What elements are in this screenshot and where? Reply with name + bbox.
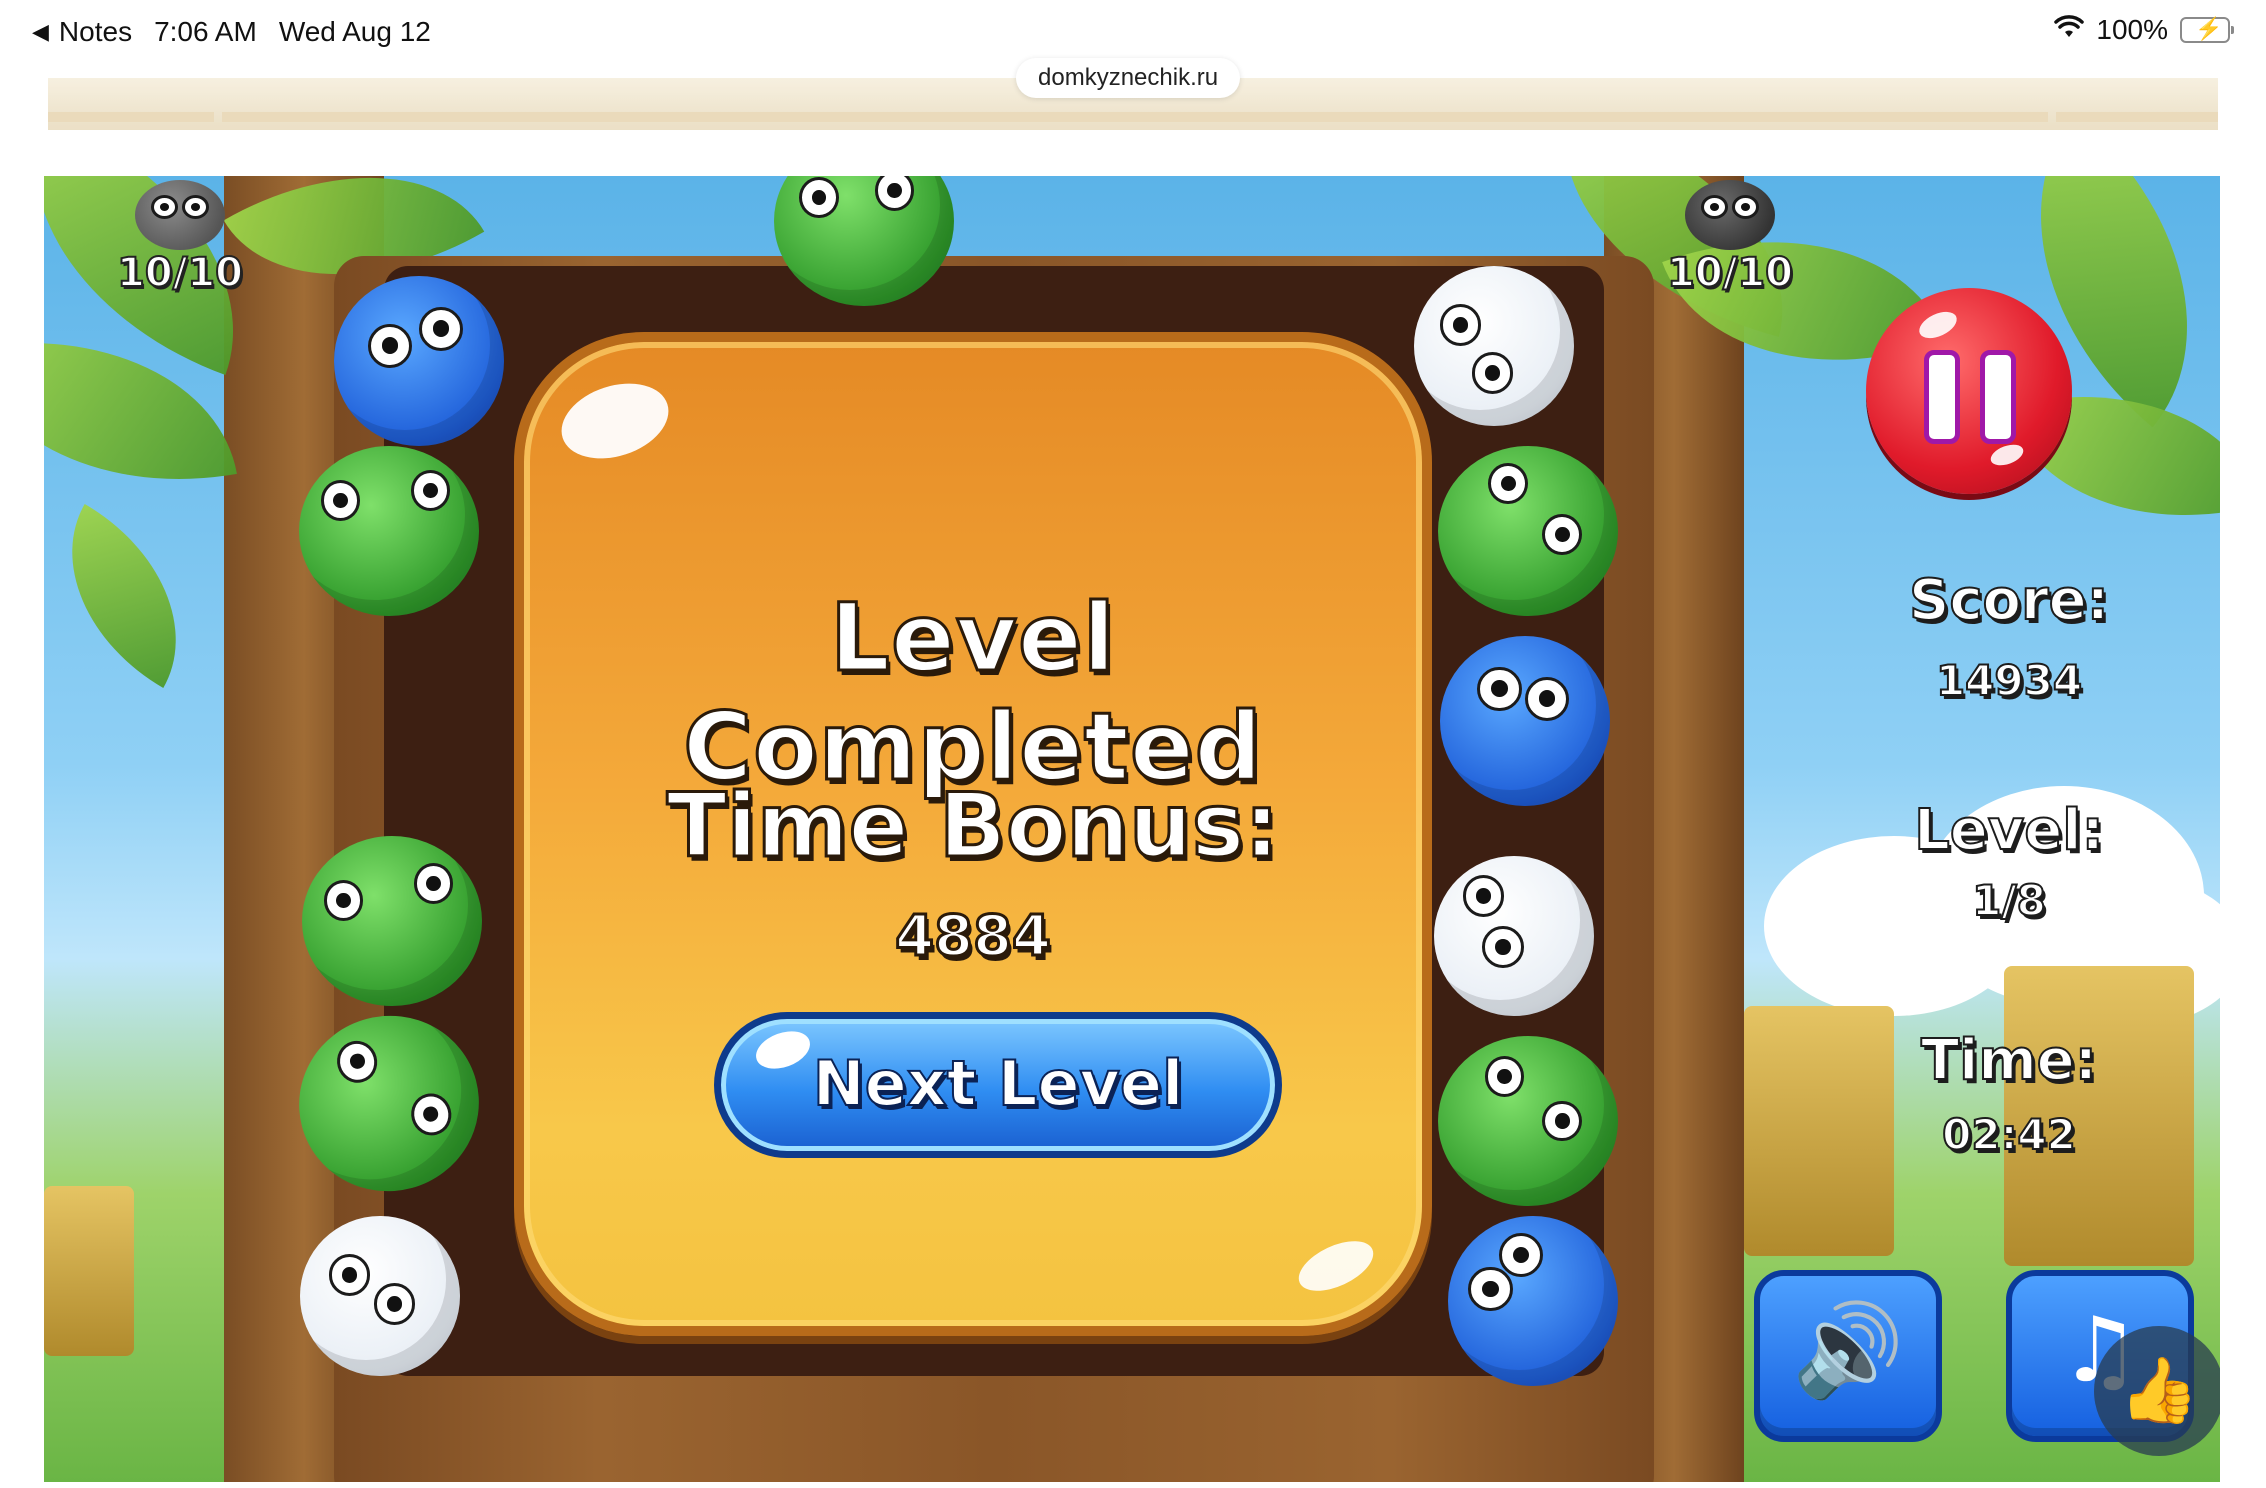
crocodile-tile[interactable] (1438, 1036, 1618, 1206)
level-label: Level: (1913, 797, 2105, 864)
time-bonus-value: 4884 (894, 903, 1053, 971)
crocodile-counter-icon (135, 180, 225, 250)
status-right: 100% ⚡ (2054, 14, 2234, 46)
hippo-tile[interactable] (1448, 1216, 1618, 1386)
speaker-icon: 🔊 (1791, 1298, 1905, 1403)
left-target-counter: 10/10 (100, 180, 260, 297)
crocodile-tile[interactable] (302, 836, 482, 1006)
bunny-tile[interactable] (1414, 266, 1574, 426)
url-pill[interactable]: domkyznechik.ru (1016, 58, 1241, 98)
dialog-title: Level Completed (682, 583, 1264, 804)
leaf (44, 504, 224, 688)
crocodile-tile[interactable] (299, 446, 479, 616)
hippo-tile[interactable] (1440, 636, 1610, 806)
status-time: 7:06 AM (154, 16, 257, 47)
next-level-label: Next Level (812, 1046, 1184, 1121)
rock (44, 1186, 134, 1356)
left-counter-value: 10/10 (116, 249, 244, 297)
bunny-tile[interactable] (300, 1216, 460, 1376)
score-value: 14934 (1935, 655, 2083, 706)
back-to-app-label[interactable]: Notes (59, 16, 132, 48)
sound-toggle-button[interactable]: 🔊 (1754, 1270, 1942, 1442)
level-value: 1/8 (1971, 875, 2047, 926)
time-label: Time: (1920, 1027, 2098, 1094)
wifi-icon (2054, 14, 2085, 46)
status-date: Wed Aug 12 (278, 16, 431, 47)
crocodile-tile[interactable] (1438, 446, 1618, 616)
battery-icon: ⚡ (2180, 16, 2234, 43)
pause-button[interactable] (1866, 288, 2072, 494)
time-value: 02:42 (1941, 1109, 2077, 1160)
right-counter-value: 10/10 (1666, 249, 1794, 297)
hippo-tile[interactable] (334, 276, 504, 446)
status-left: ◀ Notes 7:06 AM Wed Aug 12 (32, 16, 431, 48)
right-target-counter: 10/10 (1650, 180, 1810, 297)
time-bonus-label: Time Bonus: (665, 773, 1281, 879)
score-label: Score: (1908, 567, 2110, 634)
game-canvas: 10/10 10/10 Score: 14934 Level: 1/8 Time… (44, 176, 2220, 1482)
back-arrow-icon[interactable]: ◀ (32, 19, 49, 45)
thumbs-up-icon: 👍 (2119, 1354, 2199, 1428)
next-level-button[interactable]: Next Level (714, 1012, 1282, 1158)
bunny-tile[interactable] (1434, 856, 1594, 1016)
battery-percent: 100% (2096, 14, 2168, 45)
level-completed-dialog: Level Completed Time Bonus: 4884 Next Le… (514, 332, 1432, 1336)
like-button[interactable]: 👍 (2094, 1326, 2220, 1456)
hippo-counter-icon (1685, 180, 1775, 250)
